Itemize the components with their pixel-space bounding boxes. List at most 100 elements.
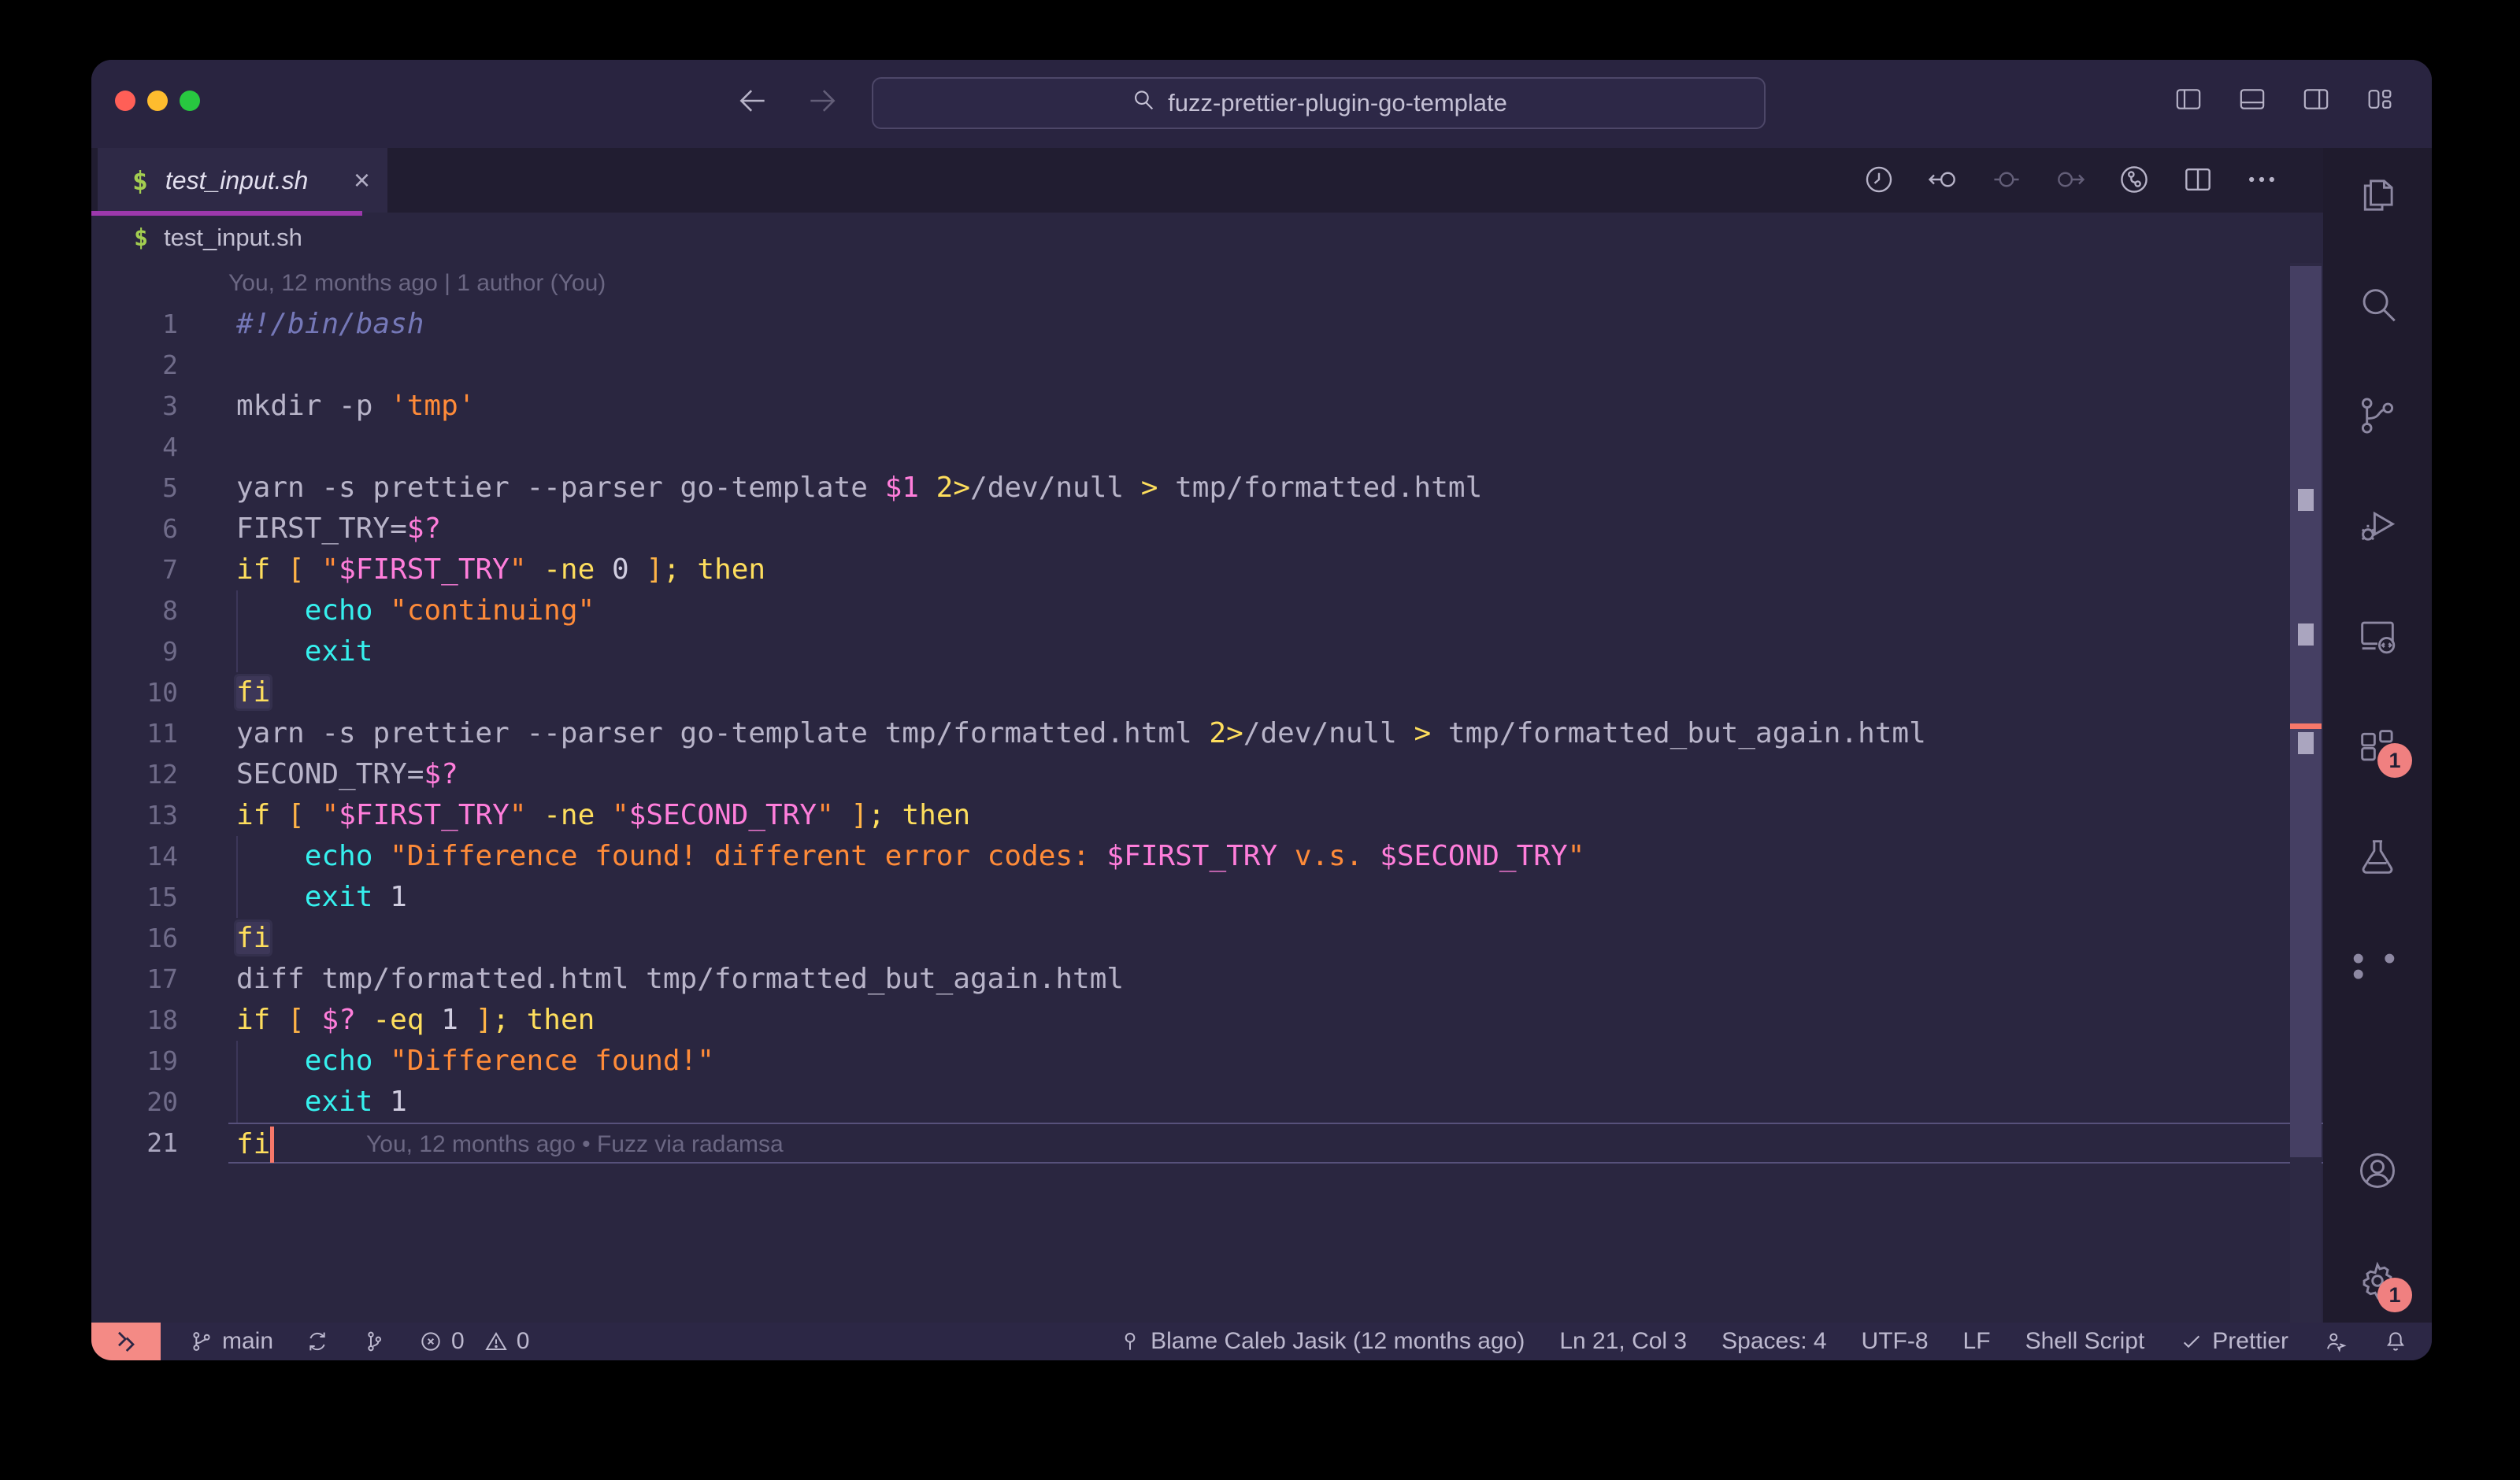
- settings-gear-icon[interactable]: 1: [2352, 1256, 2403, 1306]
- code-token: echo: [305, 840, 373, 872]
- indent-guide: [236, 1082, 238, 1123]
- code-token: exit: [305, 881, 373, 913]
- remote-indicator[interactable]: [91, 1323, 161, 1360]
- current-change-icon[interactable]: [1989, 162, 2024, 201]
- code-token: [356, 1004, 373, 1036]
- indent-guide: [236, 877, 238, 918]
- code-token: [834, 799, 851, 831]
- previous-change-icon[interactable]: [1925, 162, 1960, 201]
- code-token: >: [1141, 472, 1158, 504]
- additional-views-icon[interactable]: • • •: [2352, 942, 2403, 992]
- line-number: 6: [91, 509, 228, 549]
- split-editor-icon[interactable]: [2181, 162, 2215, 201]
- code-editor[interactable]: You, 12 months ago | 1 author (You) 1#!/…: [91, 263, 2323, 1323]
- explorer-icon[interactable]: [2352, 170, 2403, 220]
- code-token: SECOND_TRY=: [236, 758, 424, 790]
- indent-guide: [236, 590, 238, 631]
- code-token: ;: [492, 1004, 510, 1036]
- code-token: ;: [868, 799, 885, 831]
- back-icon[interactable]: [736, 83, 770, 122]
- line-content: yarn -s prettier --parser go-template tm…: [228, 713, 2323, 754]
- git-graph-status[interactable]: [361, 1329, 387, 1354]
- code-token: $SECOND_TRY: [1380, 840, 1567, 872]
- code-line: 13if [ "$FIRST_TRY" -ne "$SECOND_TRY" ];…: [91, 795, 2323, 836]
- more-actions-icon[interactable]: [2244, 162, 2279, 201]
- git-blame-header: You, 12 months ago | 1 author (You): [91, 263, 2323, 304]
- check-icon: [2179, 1329, 2204, 1354]
- code-token: [595, 799, 612, 831]
- close-window-button[interactable]: [115, 91, 135, 111]
- code-line: 9 exit: [91, 631, 2323, 672]
- run-debug-icon[interactable]: [2352, 501, 2403, 551]
- customize-layout-icon[interactable]: [2364, 83, 2396, 119]
- code-line: 8 echo "continuing": [91, 590, 2323, 631]
- feedback-status[interactable]: [2323, 1329, 2348, 1354]
- accounts-icon[interactable]: [2352, 1145, 2403, 1196]
- status-bar: main 0 0 Blame Caleb Jasik (12 months ag…: [91, 1323, 2432, 1360]
- git-branch-status[interactable]: main: [189, 1328, 273, 1355]
- next-change-icon[interactable]: [2053, 162, 2088, 201]
- code-token: [595, 553, 612, 586]
- code-token: tmp/formatted.html: [1158, 472, 1482, 504]
- scrollbar-thumb[interactable]: [2290, 266, 2322, 1157]
- testing-icon[interactable]: [2352, 831, 2403, 882]
- indent-guide: [236, 836, 238, 877]
- code-token: $FIRST_TRY: [339, 553, 510, 586]
- code-token: then: [697, 553, 765, 586]
- code-token: $?: [424, 758, 458, 790]
- breadcrumb[interactable]: $ test_input.sh: [91, 213, 2323, 263]
- formatter-status[interactable]: Prettier: [2179, 1328, 2288, 1355]
- branch-name: main: [222, 1328, 273, 1355]
- command-center-search[interactable]: fuzz-prettier-plugin-go-template: [872, 77, 1766, 129]
- code-line: 19 echo "Difference found!": [91, 1041, 2323, 1082]
- code-token: "continuing": [390, 594, 595, 627]
- indentation-status[interactable]: Spaces: 4: [1721, 1328, 1826, 1355]
- close-tab-icon[interactable]: ×: [354, 166, 370, 194]
- code-line: 15 exit 1: [91, 877, 2323, 918]
- line-number: 8: [91, 590, 228, 631]
- remote-explorer-icon[interactable]: [2352, 611, 2403, 661]
- code-token: $FIRST_TRY: [339, 799, 510, 831]
- forward-icon[interactable]: [805, 83, 839, 122]
- code-token: 1: [390, 881, 407, 913]
- line-content: echo "Difference found! different error …: [228, 836, 2323, 877]
- toggle-primary-sidebar-icon[interactable]: [2173, 83, 2204, 119]
- source-control-graph-icon[interactable]: [2117, 162, 2151, 201]
- blame-status[interactable]: Blame Caleb Jasik (12 months ago): [1117, 1328, 1525, 1355]
- scrollbar-track[interactable]: [2290, 263, 2322, 1323]
- toggle-secondary-sidebar-icon[interactable]: [2300, 83, 2332, 119]
- extensions-icon[interactable]: 1: [2352, 721, 2403, 771]
- problems-status[interactable]: 0 0: [418, 1328, 529, 1355]
- language-mode-status[interactable]: Shell Script: [2025, 1328, 2145, 1355]
- breadcrumb-file[interactable]: test_input.sh: [164, 224, 302, 252]
- maximize-window-button[interactable]: [180, 91, 200, 111]
- overview-ruler-mark: [2298, 732, 2314, 754]
- shell-file-icon: $: [134, 224, 148, 252]
- code-token: [: [287, 799, 305, 831]
- code-token: ": [817, 799, 834, 831]
- search-icon[interactable]: [2352, 280, 2403, 331]
- shell-file-icon: $: [132, 165, 148, 196]
- tab-test-input-sh[interactable]: $ test_input.sh ×: [98, 148, 387, 213]
- line-content: exit 1: [228, 877, 2323, 918]
- line-number: 21: [91, 1123, 228, 1164]
- sync-status[interactable]: [305, 1329, 330, 1354]
- line-content: diff tmp/formatted.html tmp/formatted_bu…: [228, 959, 2323, 1000]
- line-number: 5: [91, 468, 228, 509]
- encoding-status[interactable]: UTF-8: [1862, 1328, 1929, 1355]
- title-bar: fuzz-prettier-plugin-go-template: [91, 60, 2432, 148]
- source-control-icon[interactable]: [2352, 390, 2403, 441]
- git-graph-icon: [361, 1329, 387, 1354]
- code-token: tmp/formatted_but_again.html: [1431, 717, 1926, 749]
- eol-status[interactable]: LF: [1963, 1328, 1991, 1355]
- code-token: [629, 553, 647, 586]
- minimize-window-button[interactable]: [147, 91, 168, 111]
- toggle-panel-icon[interactable]: [2236, 83, 2268, 119]
- timeline-history-icon[interactable]: [1862, 162, 1896, 201]
- code-token: v.s.: [1277, 840, 1380, 872]
- code-token: [236, 840, 305, 872]
- line-content: exit: [228, 631, 2323, 672]
- code-token: [236, 635, 305, 668]
- notifications-status[interactable]: [2383, 1329, 2408, 1354]
- cursor-position-status[interactable]: Ln 21, Col 3: [1559, 1328, 1687, 1355]
